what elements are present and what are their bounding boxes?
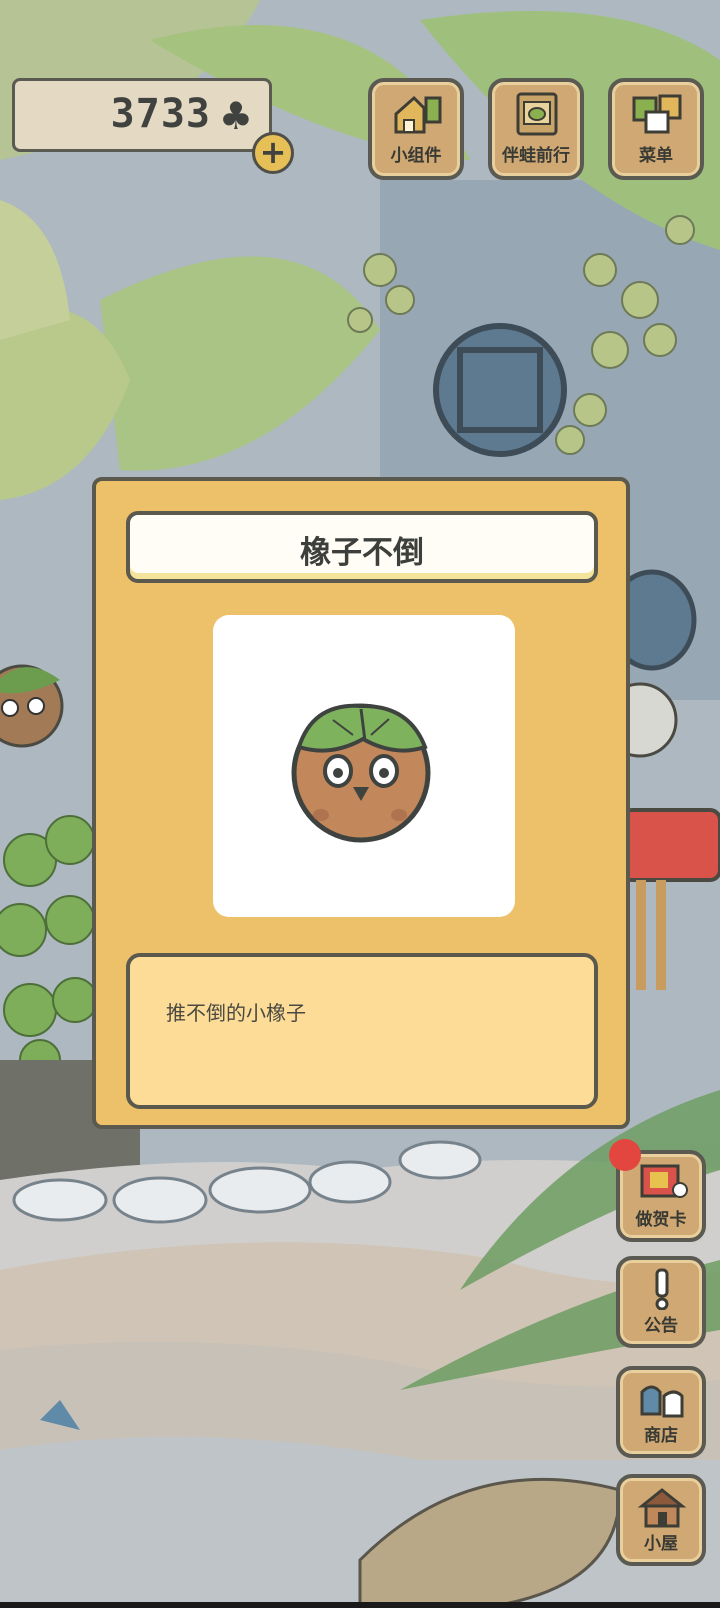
item-image-box (213, 615, 515, 917)
exclamation-icon (655, 1268, 669, 1310)
shop-label: 商店 (644, 1426, 678, 1446)
house-button[interactable]: 小屋 (616, 1474, 706, 1566)
shop-button[interactable]: 商店 (616, 1366, 706, 1458)
add-clover-button[interactable]: + (252, 132, 294, 174)
plus-icon: + (259, 133, 287, 171)
widget-house-icon (394, 95, 442, 134)
notification-badge (609, 1139, 641, 1171)
widgets-label: 小组件 (390, 146, 442, 166)
item-description-box: 推不倒的小橡子 (126, 953, 598, 1109)
menu-cards-icon (632, 94, 682, 134)
item-title: 橡子不倒 (300, 535, 424, 571)
item-title-bar: 橡子不倒 (126, 511, 598, 583)
greeting-card-icon (640, 1164, 688, 1198)
clover-count: 3733 (110, 91, 211, 137)
item-detail-dialog: 橡子不倒 推不倒的小橡子 (92, 477, 630, 1129)
clover-icon: ♣ (218, 94, 253, 138)
frog-progress-button[interactable]: 伴蛙前行 (488, 78, 584, 180)
acorn-owl-icon (291, 703, 431, 843)
notice-label: 公告 (644, 1316, 678, 1336)
widgets-button[interactable]: 小组件 (368, 78, 464, 180)
house-label: 小屋 (644, 1534, 678, 1554)
shop-bags-icon (640, 1385, 684, 1418)
house-icon (637, 1488, 687, 1528)
system-navigation-bar (0, 1602, 720, 1608)
item-description: 推不倒的小橡子 (166, 1001, 306, 1025)
frog-progress-label: 伴蛙前行 (502, 146, 570, 166)
menu-label: 菜单 (639, 146, 673, 166)
clover-counter: 3733 ♣ (12, 78, 272, 152)
greeting-card-label: 做贺卡 (635, 1210, 687, 1230)
menu-button[interactable]: 菜单 (608, 78, 704, 180)
frog-book-icon (516, 92, 558, 136)
notice-button[interactable]: 公告 (616, 1256, 706, 1348)
